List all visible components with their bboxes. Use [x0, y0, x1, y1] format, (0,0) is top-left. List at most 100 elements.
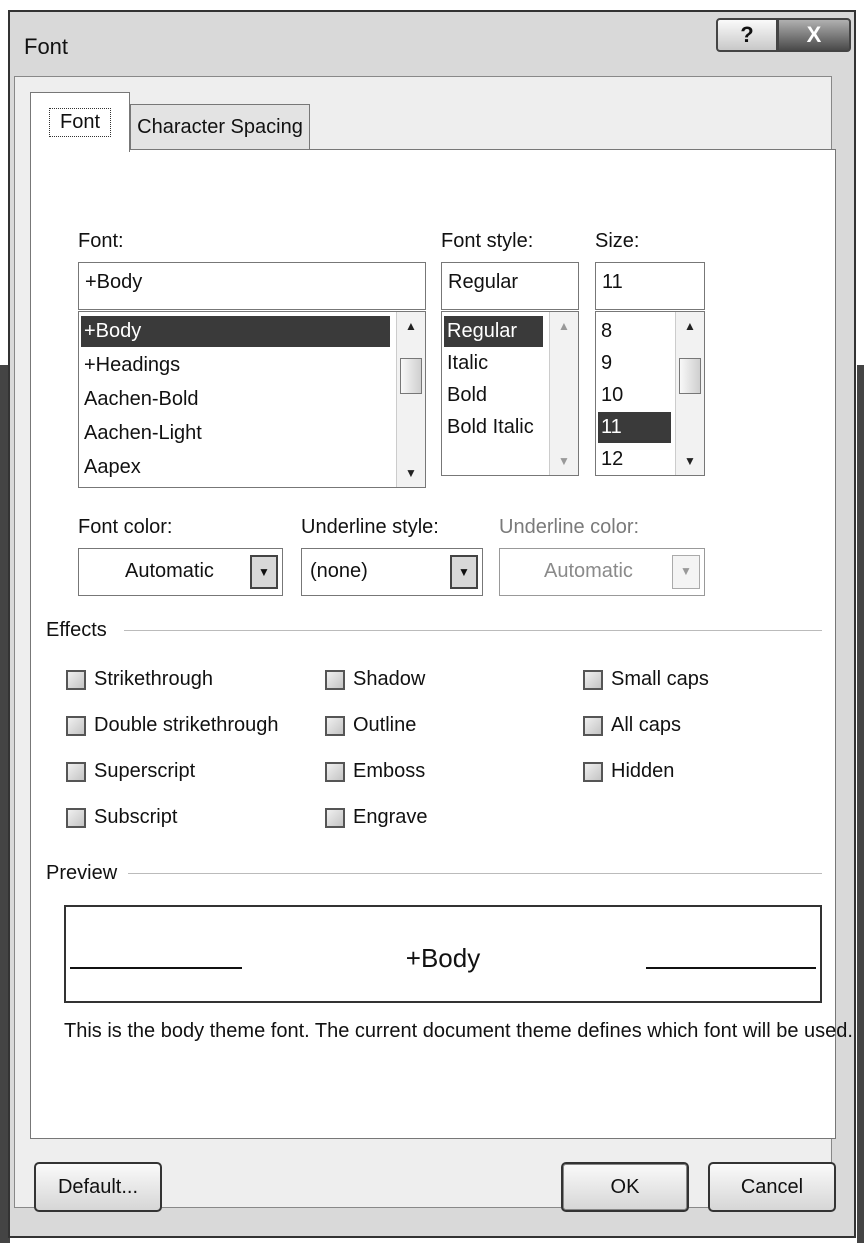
underline-color-value: Automatic — [544, 560, 633, 582]
dropdown-arrow-icon[interactable]: ▼ — [250, 555, 278, 589]
underline-color-dropdown: Automatic ▼ — [499, 548, 705, 596]
checkbox-label: Outline — [353, 714, 417, 736]
size-list-item[interactable]: 8 — [598, 316, 612, 347]
preview-description: This is the body theme font. The current… — [64, 1020, 853, 1042]
scroll-up-icon[interactable]: ▲ — [676, 312, 704, 340]
checkbox-label: Superscript — [94, 760, 196, 782]
font-color-label: Font color: — [78, 516, 173, 538]
font-list-item[interactable]: Aachen-Bold — [81, 384, 199, 415]
checkbox-icon[interactable] — [325, 715, 345, 736]
font-label: Font: — [78, 230, 124, 252]
tab-font[interactable]: Font — [30, 92, 130, 152]
outline-checkbox[interactable]: Outline — [325, 714, 416, 737]
checkbox-icon[interactable] — [66, 761, 86, 782]
font-style-input[interactable]: Regular — [441, 262, 579, 310]
default-button[interactable]: Default... — [34, 1162, 162, 1212]
dialog-title: Font — [24, 34, 69, 59]
font-style-list-item[interactable]: Bold — [444, 380, 487, 411]
scroll-up-icon[interactable]: ▲ — [397, 312, 425, 340]
scroll-up-icon[interactable]: ▲ — [550, 312, 578, 340]
checkbox-icon[interactable] — [325, 761, 345, 782]
font-input[interactable]: +Body — [78, 262, 426, 310]
title-bar: Font ? X — [10, 12, 854, 80]
checkbox-label: Emboss — [353, 760, 426, 782]
font-style-list-item[interactable]: Bold Italic — [444, 412, 534, 443]
checkbox-label: All caps — [611, 714, 682, 736]
checkbox-icon[interactable] — [66, 715, 86, 736]
checkbox-icon[interactable] — [66, 807, 86, 828]
checkbox-label: Double strikethrough — [94, 714, 279, 736]
preview-divider — [128, 873, 822, 874]
font-list-item[interactable]: +Body — [81, 316, 390, 347]
preview-baseline-right — [646, 967, 816, 969]
tab-character-spacing-label: Character Spacing — [137, 116, 303, 138]
font-style-list-item[interactable]: Italic — [444, 348, 488, 379]
help-button[interactable]: ? — [716, 18, 778, 52]
effects-group-label: Effects — [46, 619, 107, 641]
font-style-list-item[interactable]: Regular — [444, 316, 543, 347]
cancel-button[interactable]: Cancel — [708, 1162, 836, 1212]
scroll-thumb[interactable] — [679, 358, 701, 394]
checkbox-icon[interactable] — [325, 807, 345, 828]
subscript-checkbox[interactable]: Subscript — [66, 806, 177, 829]
font-scrollbar[interactable]: ▲ ▼ — [396, 312, 425, 487]
close-button[interactable]: X — [777, 18, 851, 52]
hidden-checkbox[interactable]: Hidden — [583, 760, 674, 783]
size-list-item[interactable]: 9 — [598, 348, 612, 379]
emboss-checkbox[interactable]: Emboss — [325, 760, 425, 783]
size-list-item[interactable]: 11 — [598, 412, 671, 443]
font-style-scrollbar[interactable]: ▲ ▼ — [549, 312, 578, 475]
checkbox-icon[interactable] — [583, 715, 603, 736]
underline-color-label: Underline color: — [499, 516, 640, 538]
all-caps-checkbox[interactable]: All caps — [583, 714, 681, 737]
small-caps-checkbox[interactable]: Small caps — [583, 668, 709, 691]
checkbox-icon[interactable] — [66, 669, 86, 690]
dropdown-arrow-icon: ▼ — [672, 555, 700, 589]
size-input[interactable]: 11 — [595, 262, 705, 310]
tab-font-label: Font — [48, 108, 112, 137]
font-style-label: Font style: — [441, 230, 534, 252]
underline-style-label: Underline style: — [301, 516, 439, 538]
scroll-down-icon[interactable]: ▼ — [397, 459, 425, 487]
engrave-checkbox[interactable]: Engrave — [325, 806, 428, 829]
shadow-checkbox[interactable]: Shadow — [325, 668, 425, 691]
font-color-dropdown[interactable]: Automatic ▼ — [78, 548, 283, 596]
double-strikethrough-checkbox[interactable]: Double strikethrough — [66, 714, 279, 737]
font-color-value: Automatic — [125, 560, 214, 582]
right-edge-shadow — [857, 365, 864, 1243]
preview-sample: +Body — [405, 943, 481, 973]
checkbox-icon[interactable] — [325, 669, 345, 690]
tab-character-spacing[interactable]: Character Spacing — [130, 104, 310, 150]
checkbox-label: Strikethrough — [94, 668, 213, 690]
checkbox-icon[interactable] — [583, 761, 603, 782]
scroll-thumb[interactable] — [400, 358, 422, 394]
checkbox-label: Engrave — [353, 806, 428, 828]
effects-divider — [124, 630, 822, 631]
checkbox-icon[interactable] — [583, 669, 603, 690]
font-style-list[interactable]: Regular Italic Bold Bold Italic ▲ ▼ — [441, 311, 579, 476]
dropdown-arrow-icon[interactable]: ▼ — [450, 555, 478, 589]
checkbox-label: Small caps — [611, 668, 709, 690]
size-list[interactable]: 8 9 10 11 12 ▲ ▼ — [595, 311, 705, 476]
size-list-item[interactable]: 10 — [598, 380, 623, 411]
underline-style-value: (none) — [310, 560, 368, 582]
close-icon: X — [806, 22, 822, 47]
ok-button[interactable]: OK — [561, 1162, 689, 1212]
scroll-down-icon[interactable]: ▼ — [550, 447, 578, 475]
font-list[interactable]: +Body +Headings Aachen-Bold Aachen-Light… — [78, 311, 426, 488]
help-icon: ? — [740, 22, 754, 47]
strikethrough-checkbox[interactable]: Strikethrough — [66, 668, 213, 691]
font-list-item[interactable]: Aachen-Light — [81, 418, 202, 449]
checkbox-label: Hidden — [611, 760, 675, 782]
scroll-down-icon[interactable]: ▼ — [676, 447, 704, 475]
size-label: Size: — [595, 230, 640, 252]
checkbox-label: Subscript — [94, 806, 178, 828]
font-list-item[interactable]: Aapex — [81, 452, 141, 483]
size-list-item[interactable]: 12 — [598, 444, 623, 475]
font-list-item[interactable]: +Headings — [81, 350, 180, 381]
superscript-checkbox[interactable]: Superscript — [66, 760, 195, 783]
size-scrollbar[interactable]: ▲ ▼ — [675, 312, 704, 475]
preview-group-label: Preview — [46, 862, 118, 884]
underline-style-dropdown[interactable]: (none) ▼ — [301, 548, 483, 596]
checkbox-label: Shadow — [353, 668, 426, 690]
